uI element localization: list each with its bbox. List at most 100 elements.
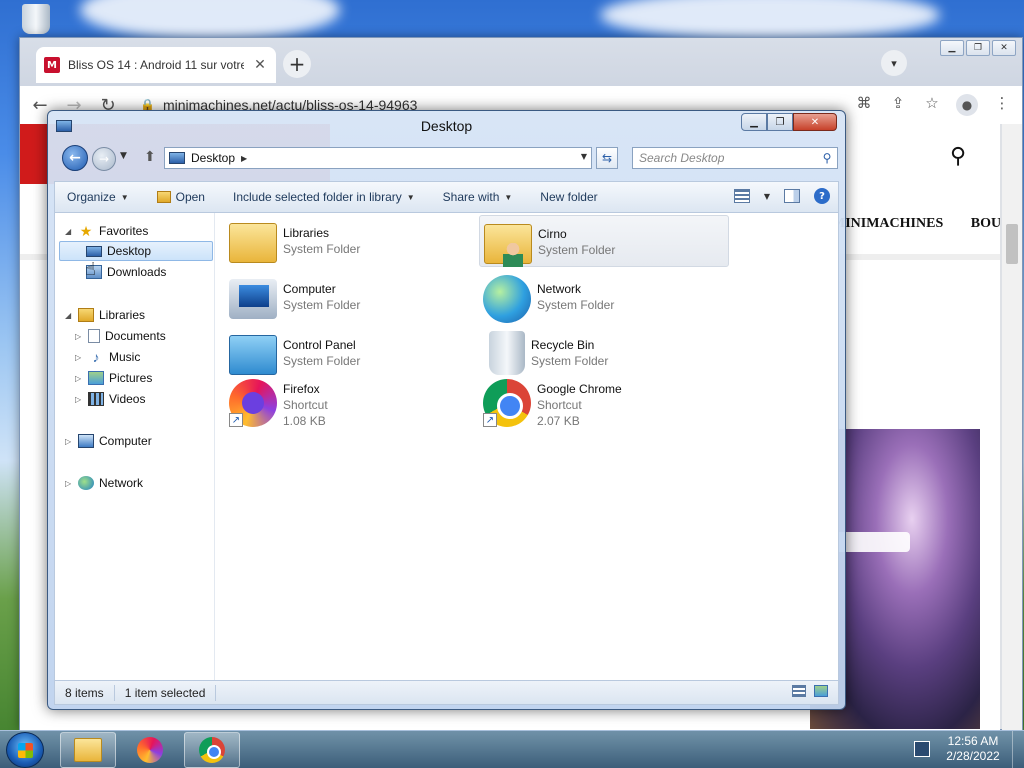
nav-network[interactable]: ▷ Network bbox=[65, 473, 143, 493]
system-clock[interactable]: 12:56 AM 2/28/2022 bbox=[940, 734, 1006, 764]
nav-downloads[interactable]: Downloads bbox=[86, 262, 166, 282]
menu-kebab-icon[interactable]: ⋮ bbox=[992, 94, 1012, 116]
item-size: 1.08 KB bbox=[283, 414, 326, 428]
chevron-down-icon[interactable]: ▼ bbox=[764, 192, 770, 201]
file-item[interactable]: Cirno System Folder bbox=[479, 215, 729, 267]
network-tray-icon[interactable] bbox=[914, 741, 930, 757]
organize-button[interactable]: Organize ▼ bbox=[67, 190, 129, 204]
nav-documents[interactable]: ▷ Documents bbox=[75, 326, 166, 346]
file-item[interactable]: Libraries System Folder bbox=[225, 215, 475, 267]
nav-label: Desktop bbox=[107, 244, 152, 258]
show-desktop-button[interactable] bbox=[1012, 731, 1024, 768]
scrollbar-thumb[interactable] bbox=[1006, 224, 1018, 264]
nav-favorites[interactable]: ◢ ★ Favorites bbox=[65, 221, 148, 241]
file-item[interactable]: Control Panel System Folder bbox=[225, 327, 475, 379]
network-icon bbox=[78, 476, 94, 490]
file-item[interactable]: Recycle Bin System Folder bbox=[479, 327, 729, 379]
collapsed-triangle-icon[interactable]: ▷ bbox=[65, 479, 73, 488]
profile-avatar-icon[interactable]: ● bbox=[956, 94, 978, 116]
clock-time: 12:56 AM bbox=[947, 734, 999, 748]
expanded-triangle-icon[interactable]: ◢ bbox=[65, 311, 73, 320]
tab-title: Bliss OS 14 : Android 11 sur votre bbox=[68, 58, 244, 72]
close-button[interactable]: ✕ bbox=[992, 40, 1016, 56]
item-name: Network bbox=[537, 282, 582, 296]
open-button[interactable]: Open bbox=[156, 190, 205, 204]
nav-label: Videos bbox=[109, 392, 146, 406]
taskbar-chrome-button[interactable] bbox=[184, 732, 240, 768]
collapsed-triangle-icon[interactable]: ▷ bbox=[65, 437, 73, 446]
tab-search-chevron-icon[interactable]: ▾ bbox=[881, 50, 907, 76]
address-segment[interactable]: Desktop bbox=[191, 151, 235, 165]
site-search-icon[interactable]: ⚲ bbox=[950, 144, 966, 169]
details-view-icon[interactable] bbox=[792, 685, 806, 697]
address-dropdown-icon[interactable]: ▼ bbox=[581, 152, 587, 161]
item-name: Computer bbox=[283, 282, 336, 296]
taskbar-firefox-button[interactable] bbox=[122, 732, 178, 768]
nav-music[interactable]: ▷ ♪ Music bbox=[75, 347, 140, 367]
search-icon[interactable]: ⚲ bbox=[817, 149, 837, 167]
translate-icon[interactable]: ⌘ bbox=[854, 94, 874, 116]
large-icons-view-icon[interactable] bbox=[814, 685, 828, 697]
file-item[interactable]: ↗ Google Chrome Shortcut 2.07 KB bbox=[479, 375, 729, 433]
nav-videos[interactable]: ▷ Videos bbox=[75, 389, 145, 409]
address-bar[interactable]: Desktop ▶ ▼ bbox=[164, 147, 592, 169]
item-name: Control Panel bbox=[283, 338, 356, 352]
refresh-icon[interactable]: ⇆ bbox=[596, 147, 618, 169]
share-icon[interactable]: ⇪ bbox=[888, 94, 908, 116]
explorer-window-controls: ▁ ❐ ✕ bbox=[741, 113, 837, 131]
nav-pictures[interactable]: ▷ Pictures bbox=[75, 368, 152, 388]
nav-computer[interactable]: ▷ Computer bbox=[65, 431, 152, 451]
collapsed-triangle-icon[interactable]: ▷ bbox=[75, 353, 83, 362]
nav-desktop[interactable]: Desktop bbox=[59, 241, 213, 261]
preview-pane-icon[interactable] bbox=[784, 189, 800, 203]
include-in-library-button[interactable]: Include selected folder in library ▼ bbox=[233, 190, 415, 204]
new-folder-button[interactable]: New folder bbox=[540, 190, 597, 204]
change-view-icon[interactable] bbox=[733, 189, 750, 203]
collapsed-triangle-icon[interactable]: ▷ bbox=[75, 332, 83, 341]
page-scrollbar[interactable] bbox=[1002, 124, 1022, 730]
command-bar: Organize ▼ Open Include selected folder i… bbox=[54, 181, 839, 213]
explorer-body: ◢ ★ Favorites Desktop Downloads ☝ ◢ Libr… bbox=[54, 213, 839, 681]
expanded-triangle-icon[interactable]: ◢ bbox=[65, 227, 73, 236]
minimize-button[interactable]: ▁ bbox=[741, 113, 767, 131]
help-icon[interactable]: ? bbox=[814, 188, 830, 204]
recycle-bin-desktop-icon[interactable] bbox=[22, 4, 50, 34]
new-tab-button[interactable]: + bbox=[283, 50, 311, 78]
item-name: Google Chrome bbox=[537, 382, 622, 396]
taskbar-explorer-button[interactable] bbox=[60, 732, 116, 768]
file-item[interactable]: Computer System Folder bbox=[225, 271, 475, 323]
nav-label: Favorites bbox=[99, 224, 149, 238]
breadcrumb-chevron-icon[interactable]: ▶ bbox=[241, 154, 247, 163]
nav-libraries[interactable]: ◢ Libraries bbox=[65, 305, 145, 325]
minimize-button[interactable]: ▁ bbox=[940, 40, 964, 56]
collapsed-triangle-icon[interactable]: ▷ bbox=[75, 395, 83, 404]
back-arrow-icon[interactable]: ← bbox=[62, 145, 88, 171]
item-type: System Folder bbox=[283, 298, 361, 312]
maximize-button[interactable]: ❐ bbox=[966, 40, 990, 56]
toolbar-actions: ⌘ ⇪ ☆ ● ⋮ bbox=[854, 94, 1012, 116]
start-button[interactable] bbox=[6, 732, 44, 768]
desktop-cloud bbox=[80, 0, 340, 40]
hand-cursor-icon: ☝ bbox=[85, 259, 96, 280]
item-name: Cirno bbox=[538, 227, 567, 241]
site-nav-item[interactable]: MINIMACHINES bbox=[832, 216, 943, 231]
collapsed-triangle-icon[interactable]: ▷ bbox=[75, 374, 83, 383]
recent-pages-chevron-icon[interactable]: ▼ bbox=[120, 151, 127, 161]
share-with-button[interactable]: Share with ▼ bbox=[443, 190, 513, 204]
tab-close-icon[interactable]: ✕ bbox=[252, 57, 268, 73]
chrome-tabbar: M Bliss OS 14 : Android 11 sur votre ✕ +… bbox=[20, 38, 1022, 86]
user-avatar-icon bbox=[503, 243, 523, 267]
forward-arrow-icon[interactable]: → bbox=[92, 147, 116, 171]
bookmark-star-icon[interactable]: ☆ bbox=[922, 94, 942, 116]
file-item[interactable]: ↗ Firefox Shortcut 1.08 KB bbox=[225, 375, 475, 433]
maximize-button[interactable]: ❐ bbox=[767, 113, 793, 131]
browser-tab[interactable]: M Bliss OS 14 : Android 11 sur votre ✕ bbox=[36, 47, 276, 83]
explorer-titlebar[interactable]: Desktop ▁ ❐ ✕ bbox=[48, 111, 845, 141]
close-button[interactable]: ✕ bbox=[793, 113, 837, 131]
up-arrow-icon[interactable]: ⬆ bbox=[144, 149, 156, 165]
file-item[interactable]: Network System Folder bbox=[479, 271, 729, 323]
search-input[interactable]: Search Desktop ⚲ bbox=[632, 147, 838, 169]
nav-label: Computer bbox=[99, 434, 152, 448]
control-panel-icon bbox=[229, 335, 277, 375]
site-nav-item[interactable]: BOUT bbox=[971, 216, 1000, 231]
